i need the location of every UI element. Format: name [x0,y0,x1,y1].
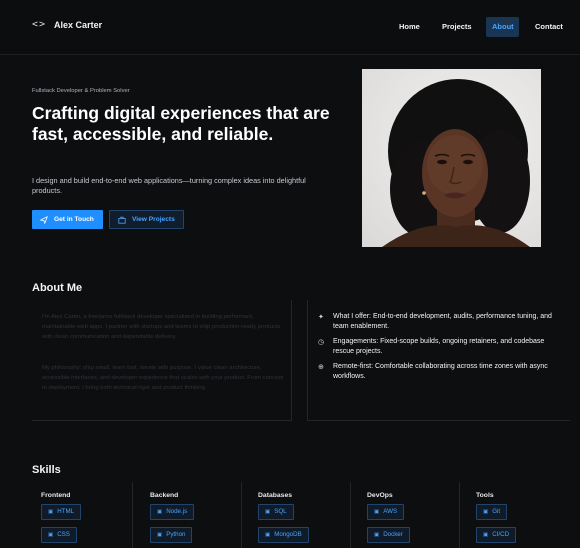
skill-chip-label: MongoDB [274,531,302,538]
hero-tagline: Fullstack Developer & Problem Solver [32,88,130,94]
skill-heading-databases: Databases [258,492,293,499]
tool-icon: ▣ [483,509,489,515]
skill-heading-devops: DevOps [367,492,393,499]
skill-heading-frontend: Frontend [41,492,71,499]
skill-chip-sql[interactable]: ▣ SQL [258,504,294,520]
nav-link-home[interactable]: Home [393,17,426,37]
skill-chip-cicd[interactable]: ▣ CI/CD [476,527,517,543]
skill-chip-label: HTML [57,508,75,515]
skill-chip-label: SQL [274,508,287,515]
skill-chip-docker[interactable]: ▣ Docker [367,527,410,543]
skill-chip-aws[interactable]: ▣ AWS [367,504,405,520]
briefcase-icon [118,216,126,224]
hero-headline: Crafting digital experiences that are fa… [32,103,330,144]
code-icon: ▣ [48,509,54,515]
skill-heading-tools: Tools [476,492,494,499]
offer-text: Remote-first: Comfortable collaborating … [333,363,548,380]
skill-chip-python[interactable]: ▣ Python [150,527,193,543]
skill-chip-nodejs[interactable]: ▣ Node.js [150,504,195,520]
get-in-touch-label: Get in Touch [54,216,94,223]
get-in-touch-button[interactable]: Get in Touch [32,210,103,229]
skill-chip-mongodb[interactable]: ▣ MongoDB [258,527,309,543]
code-icon: ▣ [48,532,54,538]
offer-item-remote-first: ⊕ Remote-first: Comfortable collaboratin… [318,362,563,382]
portrait-photo [362,69,541,247]
skill-chip-label: Python [166,531,186,538]
cloud-icon: ▣ [374,509,380,515]
about-paragraph: I'm Alex Carter, a freelance fullstack d… [42,314,281,340]
skill-chip-css[interactable]: ▣ CSS [41,527,77,543]
portrait-illustration [382,79,530,247]
tool-icon: ▣ [483,532,489,538]
brand-name: Alex Carter [54,19,103,30]
offer-text: What I offer: End-to-end development, au… [333,313,552,330]
skill-chip-label: Node.js [166,508,188,515]
clock-icon: ◷ [318,339,325,346]
skill-chip-label: CSS [57,531,70,538]
skill-chip-label: CI/CD [492,531,510,538]
skill-chip-html[interactable]: ▣ HTML [41,504,82,520]
skills-title: Skills [32,464,61,476]
skill-heading-backend: Backend [150,492,179,499]
offer-text: Engagements: Fixed-scope builds, ongoing… [333,338,545,355]
database-icon: ▣ [265,532,271,538]
skill-chip-label: Git [492,508,501,515]
code-icon: ▣ [157,532,163,538]
database-icon: ▣ [265,509,271,515]
brand[interactable]: <> Alex Carter [32,19,102,30]
skill-chip-label: Docker [383,531,403,538]
globe-icon: ⊕ [318,364,324,371]
skill-chip-git[interactable]: ▣ Git [476,504,508,520]
nav-link-contact[interactable]: Contact [529,17,569,37]
view-projects-button[interactable]: View Projects [109,210,184,229]
code-brackets-icon: <> [32,19,47,30]
code-icon: ▣ [157,509,163,515]
nav-link-projects[interactable]: Projects [436,17,478,37]
offer-item-engagements: ◷ Engagements: Fixed-scope builds, ongoi… [318,337,563,357]
top-nav: <> Alex Carter Home Projects About Conta… [0,0,580,55]
hero-subtext: I design and build end-to-end web applic… [32,176,306,195]
sparkle-icon: ✦ [318,314,324,321]
send-icon [40,215,48,224]
offer-item-what-i-offer: ✦ What I offer: End-to-end development, … [318,312,563,332]
view-projects-label: View Projects [132,216,175,223]
about-title: About Me [32,282,83,294]
about-paragraph: My philosophy: ship small, learn fast, i… [42,365,284,391]
nav-link-about[interactable]: About [486,17,519,37]
skill-chip-label: AWS [383,508,398,515]
cloud-icon: ▣ [374,532,380,538]
